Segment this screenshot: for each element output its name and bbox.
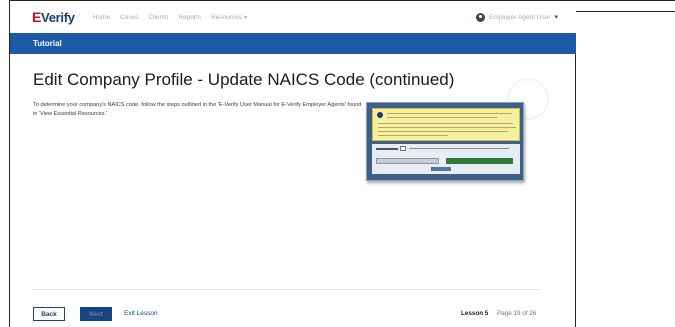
nav-resources[interactable]: Resources ▾ <box>211 14 247 21</box>
nav-cases[interactable]: Cases <box>120 14 138 21</box>
page-title: Edit Company Profile - Update NAICS Code… <box>33 70 455 89</box>
exit-lesson-link[interactable]: Exit Lesson <box>124 310 158 317</box>
lesson-label: Lesson 5 <box>461 310 489 317</box>
nav-clients[interactable]: Clients <box>148 14 168 21</box>
border-side <box>576 11 675 12</box>
user-menu[interactable]: Employer Agent User ▾ <box>476 12 558 22</box>
example-screenshot <box>366 102 524 181</box>
footer-divider <box>33 289 540 290</box>
tutorial-banner: Tutorial <box>10 33 576 54</box>
chevron-down-icon: ▾ <box>554 14 558 21</box>
nav-reports[interactable]: Reports <box>178 14 201 21</box>
lesson-description: To determine your company's NAICS code, … <box>33 102 362 117</box>
chevron-down-icon: ▾ <box>244 14 248 21</box>
back-button[interactable]: Back <box>33 307 65 321</box>
top-navigation: E Verify Home Cases Clients Reports Reso… <box>10 1 576 33</box>
tutorial-label: Tutorial <box>33 39 62 48</box>
everify-logo[interactable]: E Verify <box>32 9 75 25</box>
user-name: Employer Agent User <box>489 13 551 21</box>
user-avatar-icon <box>476 12 486 22</box>
main-nav: Home Cases Clients Reports Resources ▾ <box>93 14 248 21</box>
nav-resources-label: Resources <box>211 13 243 21</box>
logo-e: E <box>32 9 42 25</box>
example-form-area <box>372 144 520 174</box>
next-button[interactable]: Next <box>80 307 112 321</box>
example-alert-box <box>372 108 520 141</box>
nav-home[interactable]: Home <box>93 14 110 21</box>
page-indicator: Page 19 of 26 <box>497 310 537 317</box>
info-icon <box>377 112 383 118</box>
logo-text: Verify <box>41 9 75 25</box>
